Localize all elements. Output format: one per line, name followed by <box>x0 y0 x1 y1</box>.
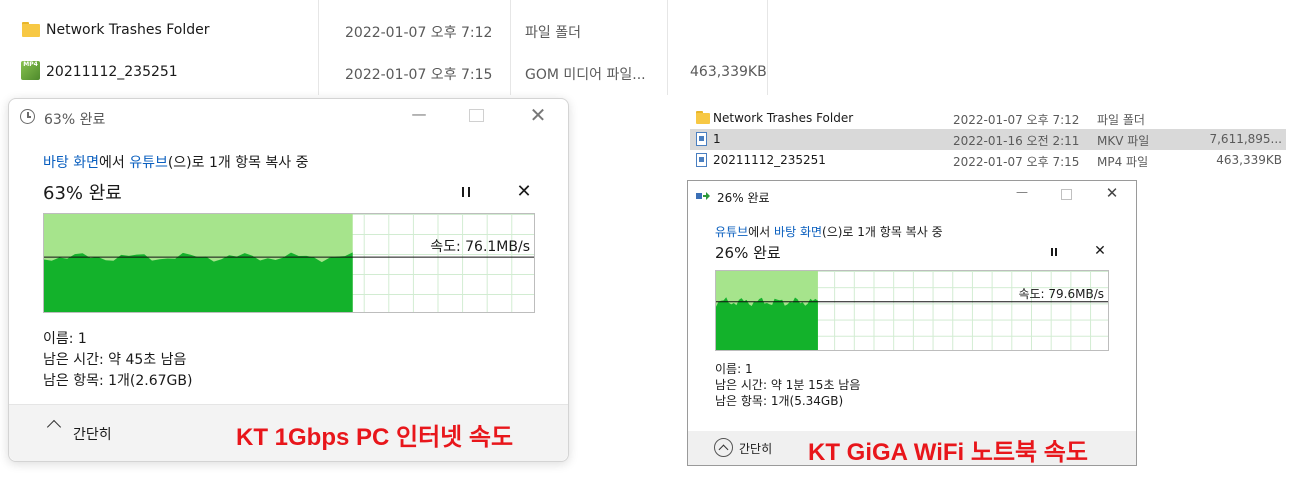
clock-icon <box>20 109 35 124</box>
description-text: 에서 <box>748 225 771 239</box>
file-name: 1 <box>713 132 721 146</box>
file-name: Network Trashes Folder <box>713 111 854 125</box>
file-name: 20211112_235251 <box>713 153 826 167</box>
close-window-button[interactable]: ✕ <box>1102 184 1122 202</box>
dialog-footer: 간단히 KT 1Gbps PC 인터넷 속도 <box>9 404 568 461</box>
file-row-network-trashes[interactable]: Network Trashes Folder 2022-01-07 오후 7:1… <box>690 108 1286 129</box>
description-text: (으)로 1개 항목 복사 중 <box>822 225 943 239</box>
speed-graph-svg <box>44 214 534 312</box>
time-remaining: 남은 시간: 약 45초 남음 <box>43 352 187 368</box>
items-remaining: 남은 항목: 1개(5.34GB) <box>715 394 844 408</box>
file-row-20211112[interactable]: MP4 20211112_235251 2022-01-07 오후 7:15 G… <box>0 59 780 85</box>
copy-arrow-icon <box>696 191 710 201</box>
close-window-button[interactable]: ✕ <box>525 103 551 127</box>
cancel-copy-button[interactable]: ✕ <box>1092 243 1108 259</box>
pause-icon[interactable] <box>462 187 470 197</box>
file-date: 2022-01-07 오후 7:15 <box>345 67 493 83</box>
minimize-button[interactable]: — <box>1012 185 1032 199</box>
description-text: 에서 <box>98 155 125 171</box>
copy-dialog-pc: 63% 완료 — ✕ 바탕 화면에서 유튜브(으)로 1개 항목 복사 중 63… <box>8 98 569 462</box>
window-title: 63% 완료 <box>44 112 106 128</box>
speed-history-area <box>716 297 818 350</box>
less-details-button[interactable]: 간단히 <box>73 424 112 444</box>
speed-caption: KT GiGA WiFi 노트북 속도 <box>808 439 1088 466</box>
file-type: 파일 폴더 <box>1097 113 1145 127</box>
file-name-line: 이름: 1 <box>43 331 87 347</box>
file-name-line: 이름: 1 <box>715 362 753 376</box>
window-title: 26% 완료 <box>717 191 770 205</box>
file-type: MP4 파일 <box>1097 155 1149 169</box>
file-type: MKV 파일 <box>1097 134 1150 148</box>
copy-description: 유튜브에서 바탕 화면(으)로 1개 항목 복사 중 <box>715 223 943 240</box>
chevron-up-icon[interactable] <box>46 419 62 435</box>
video-file-icon <box>696 153 707 167</box>
copy-description: 바탕 화면에서 유튜브(으)로 1개 항목 복사 중 <box>43 152 309 172</box>
description-text: (으)로 1개 항목 복사 중 <box>167 155 309 171</box>
file-size: 463,339KB <box>1216 153 1282 167</box>
speed-graph: 속도: 76.1MB/s <box>43 213 535 313</box>
less-details-button[interactable]: 간단히 <box>739 440 772 457</box>
file-size: 7,611,895... <box>1209 132 1282 146</box>
file-name: Network Trashes Folder <box>46 22 210 38</box>
file-date: 2022-01-07 오후 7:12 <box>345 25 493 41</box>
progress-title: 26% 완료 <box>715 244 781 262</box>
maximize-button[interactable] <box>469 109 484 122</box>
speed-graph: 속도: 79.6MB/s <box>715 270 1109 351</box>
file-row-1-selected[interactable]: 1 2022-01-16 오전 2:11 MKV 파일 7,611,895... <box>690 129 1286 150</box>
file-name: 20211112_235251 <box>46 64 178 80</box>
time-remaining: 남은 시간: 약 1분 15초 남음 <box>715 378 861 392</box>
file-row-20211112[interactable]: 20211112_235251 2022-01-07 오후 7:15 MP4 파… <box>690 150 1286 171</box>
source-link[interactable]: 바탕 화면 <box>43 155 99 171</box>
file-date: 2022-01-07 오후 7:12 <box>953 113 1080 127</box>
file-type: 파일 폴더 <box>525 25 581 41</box>
mp4-icon: MP4 <box>21 61 40 80</box>
progress-title: 63% 완료 <box>43 183 122 204</box>
destination-link[interactable]: 유튜브 <box>129 155 168 171</box>
source-link[interactable]: 유튜브 <box>715 225 748 239</box>
folder-icon <box>22 22 40 37</box>
speed-caption: KT 1Gbps PC 인터넷 속도 <box>236 424 514 451</box>
speed-label: 속도: 76.1MB/s <box>430 239 530 255</box>
maximize-button[interactable] <box>1061 189 1072 200</box>
folder-icon <box>696 111 710 124</box>
file-row-network-trashes[interactable]: Network Trashes Folder 2022-01-07 오후 7:1… <box>0 18 780 44</box>
copy-dialog-laptop: 26% 완료 — ✕ 유튜브에서 바탕 화면(으)로 1개 항목 복사 중 26… <box>687 180 1137 466</box>
file-size: 463,339KB <box>690 64 767 80</box>
destination-link[interactable]: 바탕 화면 <box>774 225 822 239</box>
speed-label: 속도: 79.6MB/s <box>1018 287 1104 301</box>
chevron-up-circle-icon[interactable] <box>714 438 733 457</box>
cancel-copy-button[interactable]: ✕ <box>514 181 534 202</box>
file-type: GOM 미디어 파일... <box>525 67 646 83</box>
speed-graph-svg <box>716 271 1108 350</box>
file-date: 2022-01-07 오후 7:15 <box>953 155 1080 169</box>
items-remaining: 남은 항목: 1개(2.67GB) <box>43 373 193 389</box>
speed-history-area <box>44 252 353 312</box>
video-file-icon <box>696 132 707 146</box>
file-date: 2022-01-16 오전 2:11 <box>953 134 1080 148</box>
minimize-button[interactable]: — <box>406 105 432 123</box>
dialog-footer: 간단히 KT GiGA WiFi 노트북 속도 <box>688 431 1136 466</box>
pause-icon[interactable] <box>1051 248 1057 256</box>
